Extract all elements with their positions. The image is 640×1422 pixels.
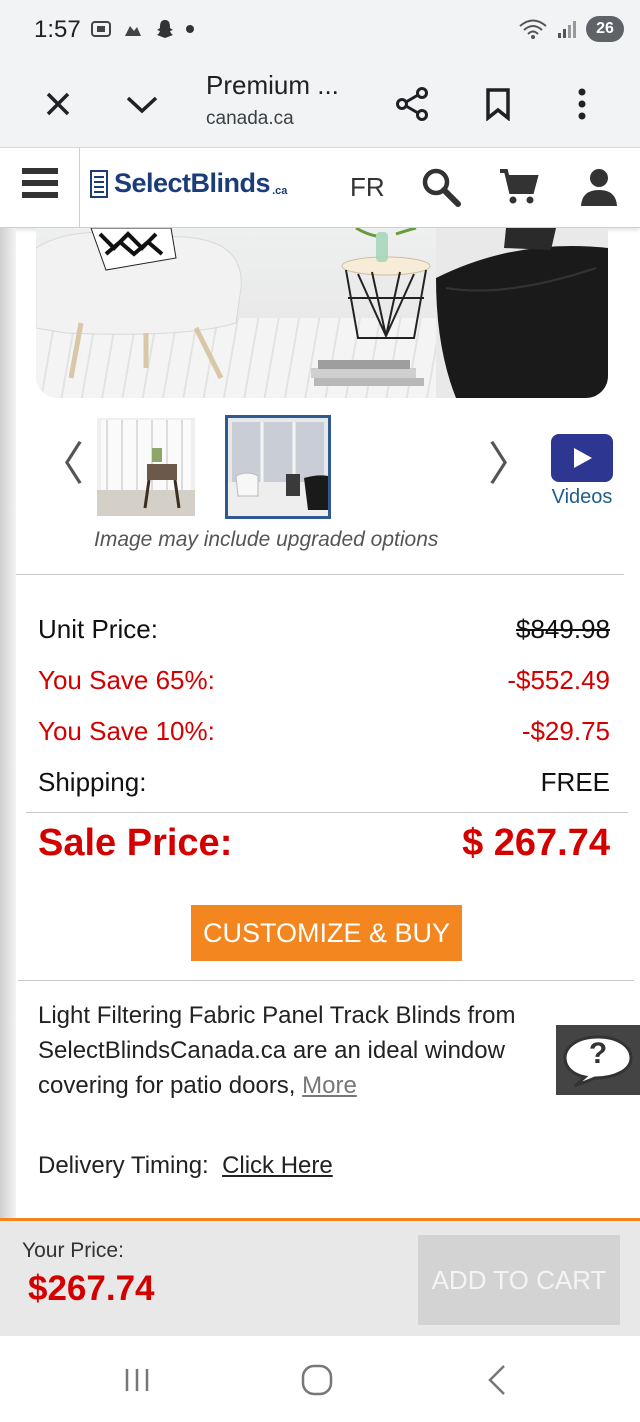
chevron-down-icon bbox=[126, 96, 158, 114]
status-bar: 1:57 26 bbox=[0, 0, 640, 60]
battery-indicator: 26 bbox=[586, 16, 624, 42]
search-button[interactable] bbox=[420, 166, 462, 208]
gallery-thumbnail-1[interactable] bbox=[97, 418, 195, 516]
sale-price-value: $ 267.74 bbox=[462, 822, 610, 864]
thumbnail-image bbox=[228, 418, 328, 516]
screenshot-icon bbox=[91, 21, 111, 37]
videos-button[interactable] bbox=[551, 434, 613, 482]
account-button[interactable] bbox=[578, 166, 620, 208]
divider bbox=[16, 574, 624, 575]
image-caption: Image may include upgraded options bbox=[94, 528, 439, 551]
language-toggle[interactable]: FR bbox=[350, 172, 385, 203]
your-price-value: $267.74 bbox=[28, 1269, 155, 1308]
save-10-value: -$29.75 bbox=[521, 716, 610, 746]
browser-toolbar: Premium ... canada.ca bbox=[0, 60, 640, 148]
snapchat-icon bbox=[157, 20, 173, 38]
status-icons bbox=[90, 18, 194, 40]
share-icon bbox=[396, 87, 428, 121]
search-icon bbox=[422, 168, 461, 207]
delivery-label: Delivery Timing: bbox=[38, 1152, 209, 1179]
cart-icon bbox=[500, 169, 539, 204]
header-divider bbox=[79, 148, 80, 228]
shipping-label: Shipping: bbox=[38, 767, 147, 797]
minimize-button[interactable] bbox=[118, 80, 166, 128]
scroll-shadow bbox=[0, 228, 16, 1218]
divider bbox=[26, 812, 628, 813]
thumbnail-image bbox=[97, 418, 195, 516]
back-button[interactable] bbox=[473, 1358, 521, 1402]
site-logo[interactable]: SelectBlinds .ca bbox=[90, 168, 287, 199]
save-65-value: -$552.49 bbox=[507, 665, 610, 695]
page-title[interactable]: Premium ... bbox=[206, 70, 339, 101]
delivery-link[interactable]: Click Here bbox=[222, 1152, 333, 1179]
shipping-row: Shipping: FREE bbox=[38, 767, 610, 798]
page-url[interactable]: canada.ca bbox=[206, 108, 294, 130]
room-scene bbox=[36, 228, 608, 398]
sale-price-label: Sale Price: bbox=[38, 822, 233, 864]
user-icon bbox=[581, 169, 617, 206]
chat-glyph: ? bbox=[588, 1037, 608, 1070]
bookmark-icon bbox=[486, 88, 510, 121]
gallery-prev-button[interactable]: 〈 bbox=[38, 428, 84, 494]
home-icon bbox=[301, 1364, 333, 1396]
more-vert-icon bbox=[578, 88, 586, 120]
delivery-timing: Delivery Timing: Click Here bbox=[38, 1152, 333, 1180]
videos-label[interactable]: Videos bbox=[540, 486, 624, 509]
more-menu-button[interactable] bbox=[558, 80, 606, 128]
divider bbox=[18, 980, 634, 981]
dot-icon bbox=[186, 25, 194, 33]
wifi-icon bbox=[519, 19, 547, 39]
cart-button[interactable] bbox=[498, 166, 540, 208]
status-time: 1:57 bbox=[34, 16, 81, 43]
recents-button[interactable] bbox=[113, 1358, 161, 1402]
recents-icon bbox=[125, 1369, 149, 1391]
share-button[interactable] bbox=[388, 80, 436, 128]
close-tab-button[interactable] bbox=[34, 80, 82, 128]
unit-price-label: Unit Price: bbox=[38, 614, 158, 644]
system-nav-bar bbox=[0, 1336, 640, 1422]
gallery-next-button[interactable]: 〉 bbox=[488, 428, 534, 494]
save-10-label: You Save 10%: bbox=[38, 716, 215, 746]
save-65-label: You Save 65%: bbox=[38, 665, 215, 695]
logo-blinds-icon bbox=[90, 169, 108, 198]
site-header: SelectBlinds .ca FR bbox=[0, 148, 640, 228]
product-description: Light Filtering Fabric Panel Track Blind… bbox=[38, 998, 538, 1103]
shipping-value: FREE bbox=[540, 767, 610, 797]
more-link[interactable]: More bbox=[302, 1072, 357, 1099]
logo-text: SelectBlinds bbox=[114, 168, 271, 198]
save-65-row: You Save 65%: -$552.49 bbox=[38, 665, 610, 696]
play-icon bbox=[574, 448, 592, 468]
gallery-thumbnail-2-selected[interactable] bbox=[225, 415, 331, 519]
status-right: 26 bbox=[518, 16, 624, 42]
unit-price-value: $849.98 bbox=[516, 614, 610, 644]
signal-icon bbox=[558, 21, 576, 38]
customize-buy-button[interactable]: CUSTOMIZE & BUY bbox=[191, 905, 462, 961]
save-10-row: You Save 10%: -$29.75 bbox=[38, 716, 610, 747]
unit-price-row: Unit Price: $849.98 bbox=[38, 614, 610, 645]
description-text: Light Filtering Fabric Panel Track Blind… bbox=[38, 1002, 516, 1099]
menu-hamburger-icon[interactable] bbox=[22, 168, 58, 204]
sticky-price-bar: Your Price: $267.74 ADD TO CART bbox=[0, 1218, 640, 1336]
notification-icon bbox=[125, 26, 141, 36]
your-price-label: Your Price: bbox=[22, 1239, 124, 1262]
logo-suffix: .ca bbox=[272, 185, 288, 197]
close-icon bbox=[46, 92, 70, 116]
chat-button[interactable]: ? bbox=[556, 1025, 640, 1095]
sale-price-row: Sale Price: $ 267.74 bbox=[38, 822, 610, 865]
bookmark-button[interactable] bbox=[474, 80, 522, 128]
product-hero-image[interactable] bbox=[36, 228, 608, 398]
add-to-cart-button[interactable]: ADD TO CART bbox=[418, 1235, 620, 1325]
home-button[interactable] bbox=[293, 1358, 341, 1402]
back-icon bbox=[488, 1365, 505, 1395]
